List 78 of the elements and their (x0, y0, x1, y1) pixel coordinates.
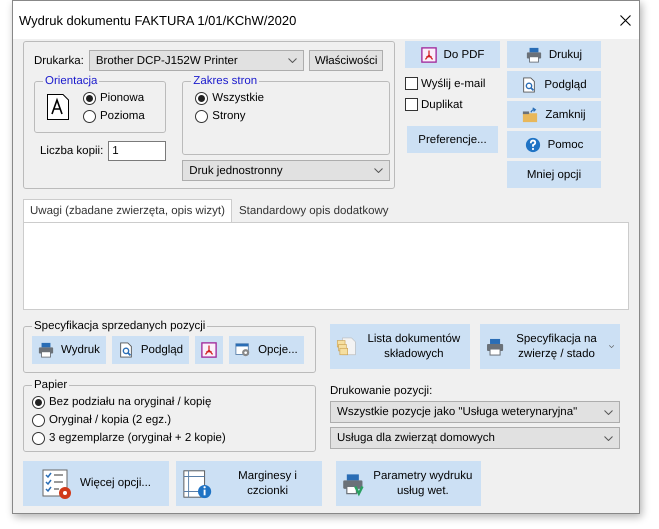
margins-icon (182, 468, 212, 500)
group-title: Papier (33, 379, 68, 391)
radio-label: Pionowa (100, 92, 144, 104)
print-items-label: Drukowanie pozycji: (330, 385, 434, 397)
radio-label: Strony (212, 110, 246, 122)
group-title: Orientacja (44, 75, 98, 87)
radio-button[interactable] (83, 110, 96, 122)
preferences-button[interactable]: Preferencje... (407, 126, 498, 153)
duplex-dropdown[interactable]: Druk jednostronny (182, 160, 390, 181)
documents-button[interactable]: Lista dokumentów składowych (330, 324, 470, 369)
options-button[interactable]: Opcje... (229, 336, 304, 364)
settings-icon (235, 342, 252, 358)
radio-option[interactable]: 3 egzemplarze (oryginał + 2 kopie) (32, 429, 226, 447)
radio-button[interactable] (195, 110, 208, 122)
radio-option[interactable]: Pozioma (83, 107, 145, 125)
radio-button[interactable] (32, 396, 45, 408)
less-options-button[interactable]: Mniej opcji (507, 161, 601, 188)
radio-label: Pozioma (100, 110, 145, 122)
checklist-icon (41, 468, 74, 500)
preview-button[interactable]: Podgląd (112, 336, 190, 364)
margins-button[interactable]: Marginesy i czcionki (176, 461, 322, 506)
chevron-down-icon (608, 344, 614, 349)
radio-option[interactable]: Strony (195, 107, 382, 125)
properties-button[interactable]: Właściwości (308, 50, 384, 71)
group-title: Zakres stron (192, 75, 258, 87)
preview-button[interactable]: Podgląd (507, 71, 601, 98)
printer-dropdown[interactable]: Brother DCP-J152W Printer (88, 50, 304, 71)
group-title: Specyfikacja sprzedanych pozycji (33, 320, 206, 332)
radio-label: Wszystkie (212, 92, 264, 104)
radio-label: 3 egzemplarze (oryginał + 2 kopie) (49, 432, 226, 444)
tab[interactable]: Uwagi (zbadane zwierzęta, opis wizyt) (23, 199, 232, 222)
help-icon (524, 136, 541, 152)
chevron-down-icon (604, 436, 613, 440)
print-button[interactable]: Wydruk (32, 336, 106, 364)
radio-button[interactable] (32, 414, 45, 426)
pdf-icon (201, 342, 218, 358)
radio-button[interactable] (32, 432, 45, 444)
checkbox-option[interactable]: Wyślij e-mail (405, 74, 500, 93)
checkbox[interactable] (405, 98, 418, 111)
tab[interactable]: Standardowy opis dodatkowy (232, 199, 396, 222)
pdf-button[interactable] (195, 336, 224, 364)
pdf-icon (420, 46, 437, 62)
chevron-down-icon (288, 58, 297, 63)
radio-option[interactable]: Bez podziału na oryginał / kopię (32, 393, 212, 411)
radio-option[interactable]: Oryginał / kopia (2 egz.) (32, 411, 172, 429)
radio-button[interactable] (83, 92, 96, 104)
radio-option[interactable]: Pionowa (83, 89, 145, 107)
notes-field[interactable] (23, 222, 629, 310)
print-items-dropdown[interactable]: Usługa dla zwierząt domowych (330, 427, 620, 449)
printer-label: Drukarka: (34, 54, 84, 66)
checkbox-label: Wyślij e-mail (421, 78, 486, 90)
close-button[interactable]: Zamknij (507, 101, 601, 128)
vet-printer-button[interactable]: Parametry wydruku usług wet. (336, 461, 481, 506)
radio-button[interactable] (195, 92, 208, 104)
radio-label: Bez podziału na oryginał / kopię (49, 396, 212, 408)
printer-button[interactable]: Specyfikacja na zwierzę / stado (480, 324, 620, 369)
copies-label: Liczba kopii: (40, 145, 104, 157)
folder-icon (522, 106, 538, 122)
printer-icon (38, 342, 54, 358)
print-items-dropdown[interactable]: Wszystkie pozycje jako "Usługa weterynaryjna" (330, 401, 620, 423)
preview-icon (118, 342, 134, 358)
help-button[interactable]: Pomoc (507, 131, 601, 158)
checkbox-label: Duplikat (421, 98, 463, 110)
radio-option[interactable]: Wszystkie (195, 89, 382, 107)
checklist-button[interactable]: Więcej opcji... (23, 461, 169, 506)
checkbox[interactable] (405, 77, 418, 90)
printer-icon (526, 46, 542, 62)
chevron-down-icon (374, 168, 384, 173)
preview-icon (521, 76, 538, 92)
print-button[interactable]: Drukuj (507, 41, 601, 68)
radio-label: Oryginał / kopia (2 egz.) (49, 414, 172, 426)
pdf-button[interactable]: Do PDF (405, 41, 500, 68)
window-title: Wydruk dokumentu FAKTURA 1/01/KChW/2020 (19, 12, 296, 28)
copies-field[interactable]: 1 (108, 141, 166, 161)
checkbox-option[interactable]: Duplikat (405, 95, 500, 114)
chevron-down-icon (604, 410, 613, 414)
close-icon[interactable] (620, 14, 631, 26)
portrait-page-icon (47, 94, 69, 120)
